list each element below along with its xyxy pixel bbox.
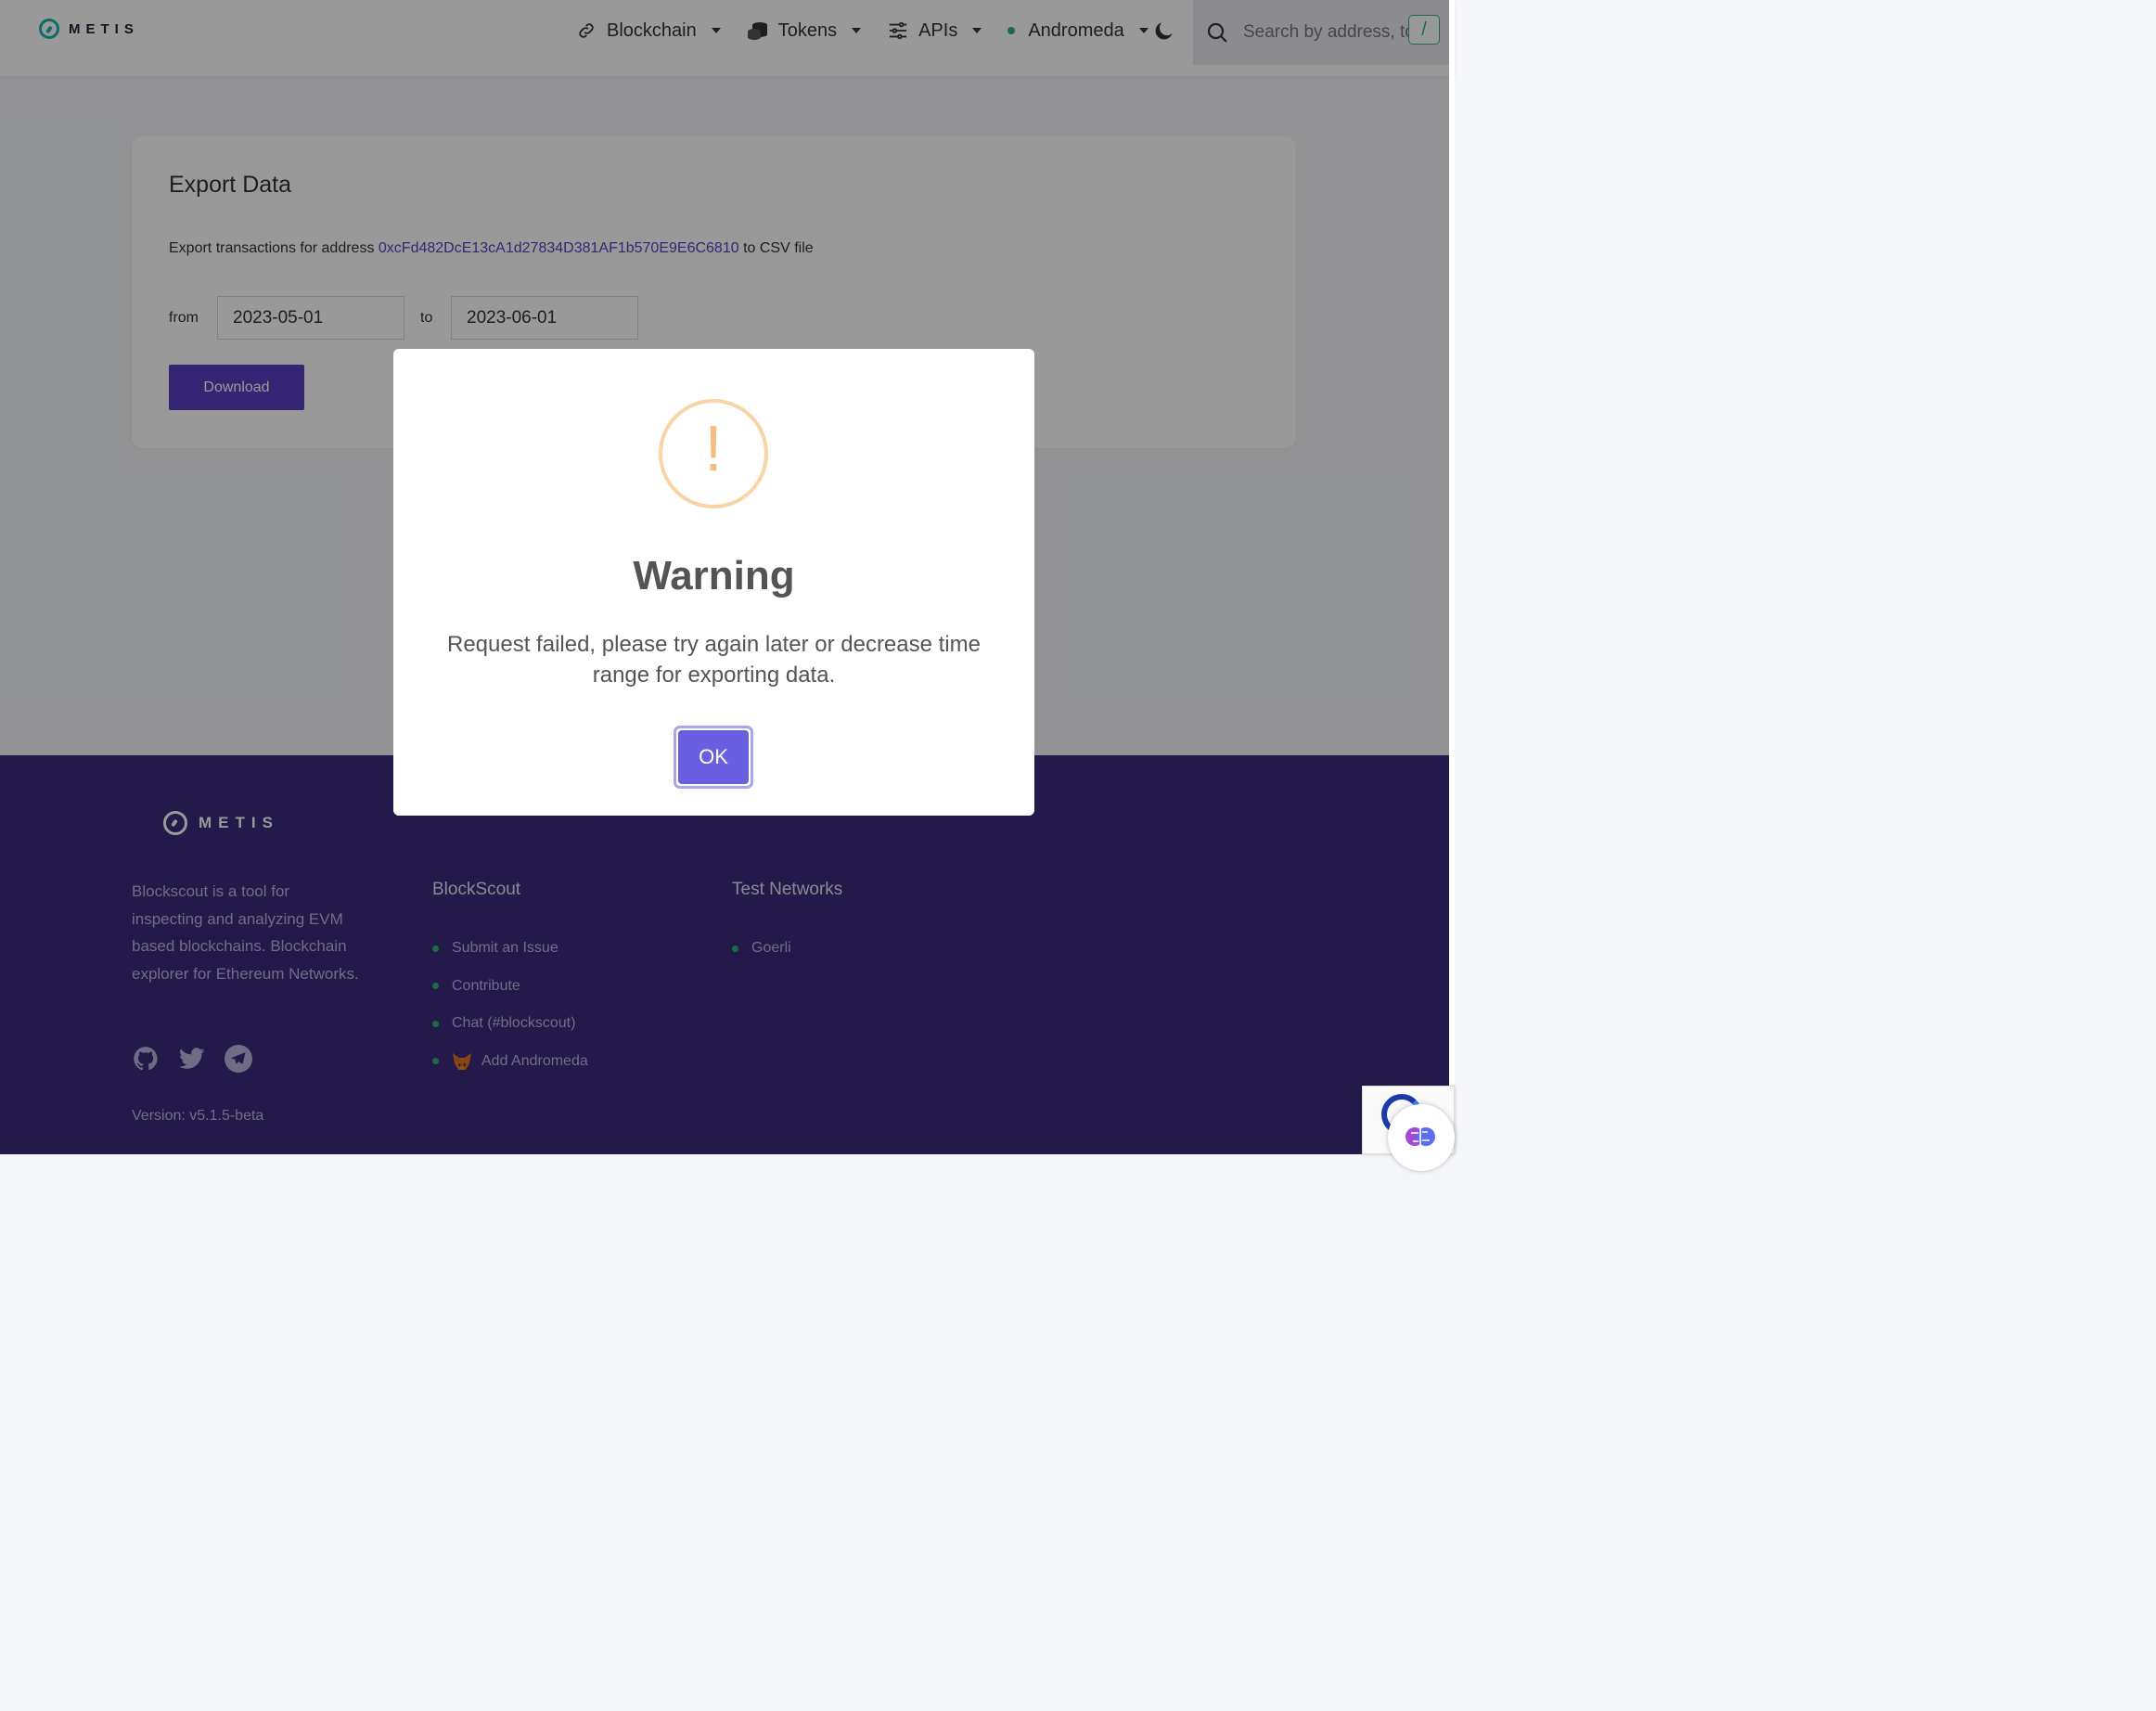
page-scrollbar[interactable]	[1449, 0, 1455, 1154]
ok-button-focus-ring: OK	[674, 726, 753, 789]
dialog-message: Request failed, please try again later o…	[447, 632, 981, 688]
warning-dialog: ! Warning Request failed, please try aga…	[393, 349, 1034, 816]
dialog-title: Warning	[633, 553, 795, 598]
warning-icon: !	[659, 399, 768, 508]
brain-icon	[1405, 1126, 1435, 1147]
assistant-brain-button[interactable]	[1388, 1104, 1455, 1171]
ok-button[interactable]: OK	[678, 730, 749, 784]
warning-exclamation: !	[704, 412, 723, 484]
